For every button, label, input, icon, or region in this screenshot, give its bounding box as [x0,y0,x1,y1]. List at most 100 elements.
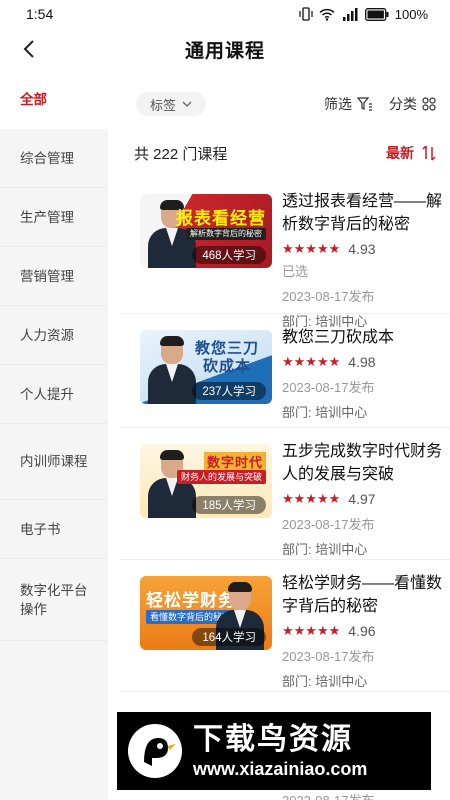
star-rating-icon: ★★★★★ [282,491,341,506]
course-item[interactable]: 轻松学财务 看懂数字背后的秘密 164人学习 轻松学财务——看懂数字背后的秘密 … [120,560,450,692]
nav-bar: 通用课程 [0,28,450,70]
bird-logo-icon [123,719,187,783]
course-department: 部门: 培训中心 [282,674,368,689]
course-title: 五步完成数字时代财务人的发展与突破 [282,443,442,483]
course-info: 透过报表看经营——解析数字背后的秘密 ★★★★★ 4.93 已选 2023-08… [282,190,442,330]
filter-row: 标签 筛选 分类 [120,80,450,128]
course-title: 教您三刀砍成本 [282,329,395,346]
course-thumbnail: 数字时代 财务人的发展与突破 185人学习 [140,444,272,518]
sidebar-item-label: 内训师课程 [20,454,88,469]
sidebar-item-label: 电子书 [20,521,61,537]
course-department: 部门: 培训中心 [282,542,368,557]
category-label: 分类 [389,96,417,112]
course-thumbnail: 轻松学财务 看懂数字背后的秘密 164人学习 [140,576,272,650]
course-title: 轻松学财务——看懂数字背后的秘密 [282,575,442,615]
sort-icon [422,145,436,161]
course-thumbnail: 教您三刀 砍成本 237人学习 [140,330,272,404]
category-button[interactable]: 分类 [389,94,436,114]
battery-percent: 100% [394,6,428,22]
sort-button[interactable]: 最新 [386,143,436,163]
course-title: 透过报表看经营——解析数字背后的秘密 [282,193,442,233]
learner-count-badge: 164人学习 [192,628,266,646]
chevron-down-icon [182,101,192,107]
selected-status: 已选 [282,264,309,279]
sidebar-item-hr[interactable]: 人力资源 [0,306,108,365]
watermark-banner: 下载鸟资源 www.xiazainiao.com [117,712,431,790]
star-rating-icon: ★★★★★ [282,354,341,369]
filter-actions: 筛选 分类 [324,94,436,114]
sort-label: 最新 [386,145,414,161]
wifi-icon [319,8,335,21]
status-time: 1:54 [26,6,54,22]
thumbnail-title: 报表看经营 [176,209,266,228]
publish-date: 2023-08-17发布 [282,517,375,532]
rating-value: 4.97 [348,491,376,507]
vibrate-icon [299,7,313,21]
chevron-left-icon [23,40,34,58]
watermark-text: 下载鸟资源 www.xiazainiao.com [193,722,367,780]
thumbnail-subtitle: 财务人的发展与突破 [176,470,266,484]
course-item[interactable]: 报表看经营 解析数字背后的秘密 468人学习 透过报表看经营——解析数字背后的秘… [120,178,450,329]
filter-icon [357,97,372,111]
course-rating: ★★★★★ 4.97 [282,490,442,508]
sidebar-item-label: 全部 [20,92,47,107]
sidebar-item-general-management[interactable]: 综合管理 [0,129,108,188]
learner-count-badge: 185人学习 [192,496,266,514]
status-icons: 100% [299,7,428,22]
category-sidebar: 全部 综合管理 生产管理 营销管理 人力资源 个人提升 内训师课程 电子书 数字… [0,70,108,800]
page-title: 通用课程 [184,40,265,62]
tag-dropdown[interactable]: 标签 [136,92,207,116]
battery-icon [364,7,389,21]
publish-date: 2023-08-17发布 [282,649,375,664]
sidebar-item-label: 生产管理 [20,209,74,225]
sidebar-item-label: 营销管理 [20,268,74,284]
thumbnail-title: 教您三刀 砍成本 [194,340,259,375]
instructor-avatar [148,450,196,518]
signal-icon [341,7,359,21]
sidebar-item-production[interactable]: 生产管理 [0,188,108,247]
rating-value: 4.98 [348,354,376,370]
star-rating-icon: ★★★★★ [282,623,341,638]
thumbnail-title: 数字时代 [203,452,266,471]
watermark-title: 下载鸟资源 [193,723,353,756]
course-rating: ★★★★★ 4.93 [282,240,442,258]
course-count: 共 222 门课程 [134,145,228,163]
sidebar-item-label: 数字化平台操作 [20,582,88,617]
count-row: 共 222 门课程 最新 [120,128,450,178]
star-rating-icon: ★★★★★ [282,241,341,256]
sidebar-item-label: 人力资源 [20,327,74,343]
sidebar-item-self-improvement[interactable]: 个人提升 [0,365,108,424]
status-bar: 1:54 100% [0,0,450,28]
course-info: 轻松学财务——看懂数字背后的秘密 ★★★★★ 4.96 2023-08-17发布… [282,572,442,690]
sidebar-item-marketing[interactable]: 营销管理 [0,247,108,306]
course-info: 五步完成数字时代财务人的发展与突破 ★★★★★ 4.97 2023-08-17发… [282,440,442,558]
course-item[interactable]: 教您三刀 砍成本 237人学习 教您三刀砍成本 ★★★★★ 4.98 2023-… [120,314,450,428]
course-department: 部门: 培训中心 [282,405,368,420]
back-button[interactable] [14,34,44,64]
learner-count-badge: 237人学习 [192,382,266,400]
learner-count-badge: 468人学习 [192,246,266,264]
course-info: 教您三刀砍成本 ★★★★★ 4.98 2023-08-17发布 部门: 培训中心 [282,326,442,421]
rating-value: 4.93 [348,241,376,257]
thumbnail-subtitle: 解析数字背后的秘密 [186,228,266,240]
sidebar-item-digital-platform[interactable]: 数字化平台操作 [0,559,108,641]
course-rating: ★★★★★ 4.98 [282,353,442,371]
sidebar-item-label: 综合管理 [20,150,74,166]
sidebar-item-ebook[interactable]: 电子书 [0,500,108,559]
grid-icon [422,97,436,111]
course-item[interactable]: 数字时代 财务人的发展与突破 185人学习 五步完成数字时代财务人的发展与突破 … [120,428,450,560]
publish-date: 2023-08-17发布 [282,289,375,304]
sidebar-item-label: 个人提升 [20,386,74,402]
watermark-url: www.xiazainiao.com [193,759,368,779]
sidebar-item-trainer[interactable]: 内训师课程 [0,424,108,500]
filter-label: 筛选 [324,96,352,112]
tag-label: 标签 [150,97,177,113]
filter-button[interactable]: 筛选 [324,94,373,114]
sidebar-item-all[interactable]: 全部 [0,70,108,129]
publish-date: 2023-08-17发布 [282,380,375,395]
next-item-date: 2023-08-17发布 [282,790,375,800]
rating-value: 4.96 [348,623,376,639]
course-thumbnail: 报表看经营 解析数字背后的秘密 468人学习 [140,194,272,268]
course-list-panel: 标签 筛选 分类 共 222 门课程 最新 报表看经营 解析数字背后的秘密 46… [120,80,450,800]
course-rating: ★★★★★ 4.96 [282,622,442,640]
